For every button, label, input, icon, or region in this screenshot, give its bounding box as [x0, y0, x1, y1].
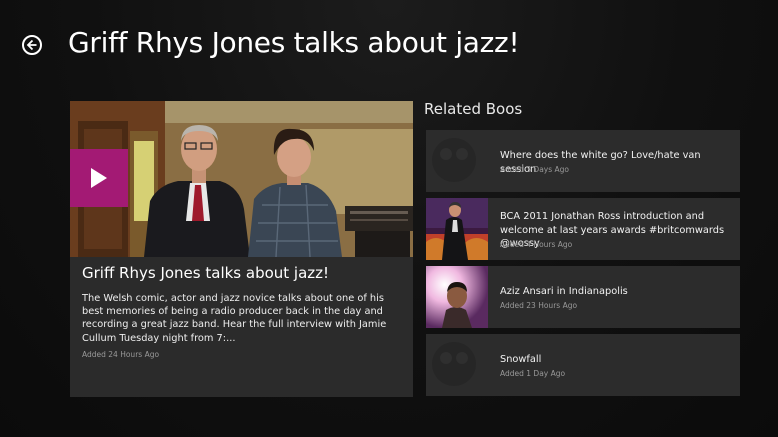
related-item-added: Added 23 Hours Ago [500, 301, 578, 310]
related-thumbnail [426, 130, 488, 192]
related-item-title: Snowfall [500, 354, 542, 365]
related-item[interactable]: Snowfall Added 1 Day Ago [426, 334, 740, 396]
related-item-added: Added 3 Days Ago [500, 165, 570, 174]
related-item-added: Added 4 Hours Ago [500, 240, 573, 249]
featured-boo-card[interactable]: Griff Rhys Jones talks about jazz! The W… [70, 101, 413, 397]
page-title: Griff Rhys Jones talks about jazz! [68, 26, 520, 59]
featured-description: The Welsh comic, actor and jazz novice t… [82, 293, 387, 344]
related-heading: Related Boos [424, 100, 523, 118]
back-arrow-icon [26, 39, 37, 51]
related-item[interactable]: BCA 2011 Jonathan Ross introduction and … [426, 198, 740, 260]
related-item[interactable]: Aziz Ansari in Indianapolis Added 23 Hou… [426, 266, 740, 328]
related-thumbnail [426, 198, 488, 260]
featured-added: Added 24 Hours Ago [82, 350, 160, 359]
related-item[interactable]: Where does the white go? Love/hate van s… [426, 130, 740, 192]
back-button[interactable] [22, 35, 42, 55]
featured-title: Griff Rhys Jones talks about jazz! [82, 264, 330, 282]
related-item-added: Added 1 Day Ago [500, 369, 566, 378]
related-thumbnail [426, 334, 488, 396]
play-button[interactable] [70, 149, 128, 207]
related-thumbnail [426, 266, 488, 328]
play-icon [91, 168, 107, 188]
related-item-title: Aziz Ansari in Indianapolis [500, 286, 628, 297]
